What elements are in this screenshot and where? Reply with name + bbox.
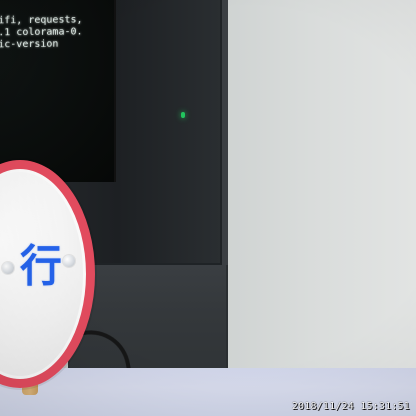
background-wall bbox=[225, 0, 416, 416]
power-led-icon bbox=[181, 112, 185, 118]
screw-icon bbox=[2, 262, 14, 274]
scene: ) ardet, certifi, requests, 0.4 click-5.… bbox=[0, 0, 416, 416]
terminal-text: ) ardet, certifi, requests, 0.4 click-5.… bbox=[0, 2, 132, 174]
sign-text: 行 bbox=[20, 241, 63, 292]
monitor-screen: ) ardet, certifi, requests, 0.4 click-5.… bbox=[0, 0, 116, 182]
timestamp-overlay: 2018/11/24 15:31:51 bbox=[291, 401, 410, 412]
terminal-line: 18.4 semantic-version bbox=[0, 38, 59, 51]
screw-icon bbox=[63, 255, 75, 267]
